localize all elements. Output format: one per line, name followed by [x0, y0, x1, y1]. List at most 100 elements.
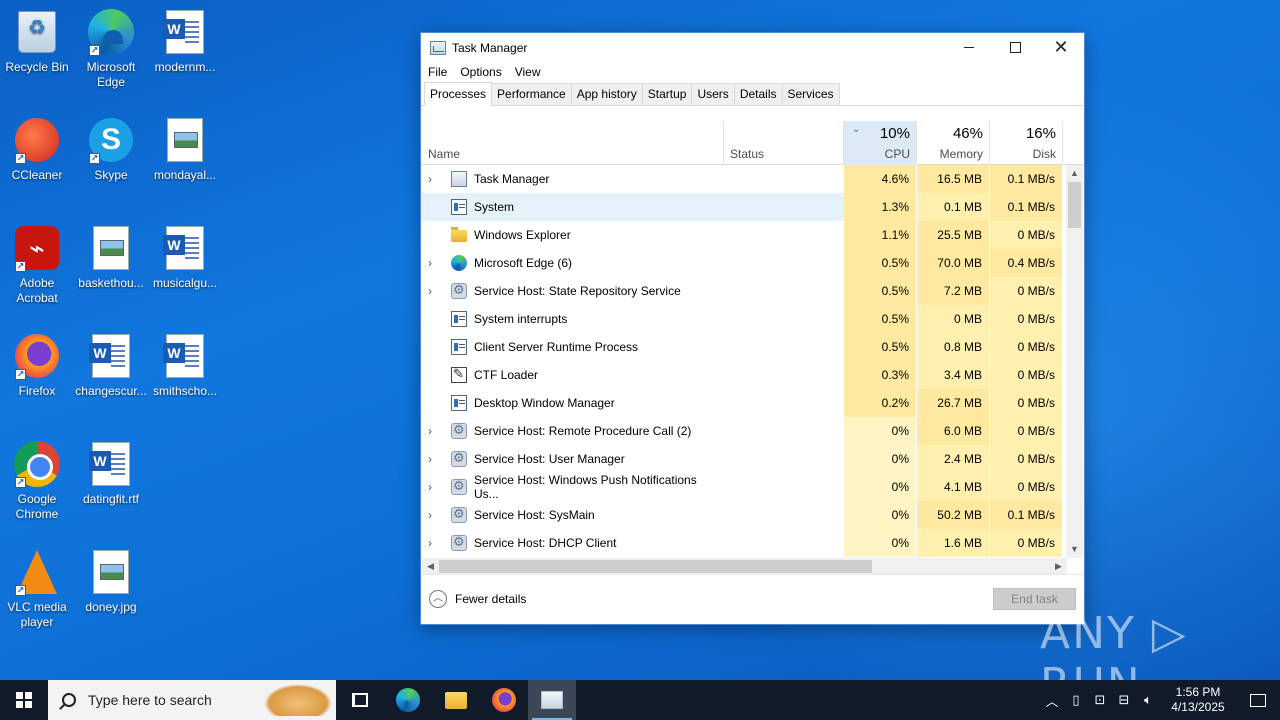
scroll-down-arrow-icon[interactable]: ▼	[1066, 541, 1083, 558]
title-bar[interactable]: Task Manager ✕	[421, 33, 1084, 62]
desktop-icon-skype[interactable]: S ↗ Skype	[74, 116, 148, 183]
expand-chevron-icon[interactable]: ›	[428, 424, 440, 438]
tab-app-history[interactable]: App history	[570, 83, 643, 105]
process-disk: 0 MB/s	[990, 221, 1063, 249]
table-row[interactable]: › Service Host: Remote Procedure Call (2)…	[421, 417, 1084, 445]
chrome-icon: ↗	[13, 440, 61, 488]
taskbar-task-manager[interactable]	[528, 680, 576, 720]
tab-startup[interactable]: Startup	[641, 83, 693, 105]
show-hidden-icons-chevron-icon[interactable]: ︿	[1040, 680, 1064, 720]
desktop-icon-vlc[interactable]: ↗ VLC media player	[0, 548, 74, 630]
maximize-button[interactable]	[992, 33, 1038, 62]
table-row[interactable]: › Task Manager 4.6% 16.5 MB 0.1 MB/s	[421, 165, 1084, 193]
desktop-icon-label: CCleaner	[11, 168, 63, 182]
table-row[interactable]: › Service Host: State Repository Service 0…	[421, 277, 1084, 305]
table-row[interactable]: › Service Host: User Manager 0%2.4 MB0 MB/…	[421, 445, 1084, 473]
scroll-left-arrow-icon[interactable]: ◀	[422, 558, 439, 575]
column-header-status[interactable]: Status	[724, 121, 844, 165]
fewer-details-button[interactable]: ︿ Fewer details	[429, 590, 526, 608]
notification-center-button[interactable]	[1236, 680, 1280, 720]
taskbar-firefox[interactable]	[480, 680, 528, 720]
process-cpu: 0%	[844, 529, 917, 557]
disk-total-percent: 16%	[1025, 125, 1056, 142]
close-button[interactable]: ✕	[1038, 33, 1084, 62]
expand-chevron-icon[interactable]: ›	[428, 536, 440, 550]
process-status-cell	[724, 389, 844, 417]
process-disk: 0 MB/s	[990, 277, 1063, 305]
horizontal-scroll-thumb[interactable]	[439, 560, 872, 573]
taskbar-file-explorer[interactable]	[432, 680, 480, 720]
column-header-name[interactable]: Name	[421, 121, 724, 165]
desktop-icon-mondayal[interactable]: mondayal...	[148, 116, 222, 183]
desktop-icon-label: modernm...	[154, 60, 216, 74]
process-name: Service Host: SysMain	[474, 508, 595, 522]
desktop-icon-smithscho[interactable]: W smithscho...	[148, 332, 222, 399]
task-view-button[interactable]	[336, 680, 384, 720]
column-header-disk[interactable]: 16% Disk	[990, 121, 1063, 165]
tab-processes[interactable]: Processes	[424, 82, 493, 106]
process-table: Name Status ⌄ 10% CPU 46% Memory 16% Dis…	[421, 121, 1084, 576]
process-name: System interrupts	[474, 312, 568, 326]
table-row[interactable]: ›Desktop Window Manager 0.2%26.7 MB0 MB/s	[421, 389, 1084, 417]
expand-chevron-icon[interactable]: ›	[428, 172, 440, 186]
desktop-icon-chrome[interactable]: ↗ Google Chrome	[0, 440, 74, 522]
table-row[interactable]: ›Windows Explorer 1.1%25.5 MB0 MB/s	[421, 221, 1084, 249]
volume-icon[interactable]: 🔈︎	[1136, 680, 1160, 720]
table-row[interactable]: › Service Host: DHCP Client 0%1.6 MB0 MB/s	[421, 529, 1084, 557]
minimize-button[interactable]	[946, 33, 992, 62]
table-row[interactable]: ›CTF Loader 0.3%3.4 MB0 MB/s	[421, 361, 1084, 389]
desktop-icon-doney[interactable]: doney.jpg	[74, 548, 148, 615]
clock[interactable]: 1:56 PM 4/13/2025	[1160, 685, 1236, 715]
menu-options[interactable]: Options	[460, 65, 501, 79]
desktop-icon-ccleaner[interactable]: ↗ CCleaner	[0, 116, 74, 183]
column-header-cpu[interactable]: ⌄ 10% CPU	[844, 121, 917, 165]
tab-services[interactable]: Services	[781, 83, 840, 105]
search-highlight-image	[264, 684, 332, 716]
folder-icon	[445, 691, 467, 709]
meet-now-icon[interactable]: ⊡	[1088, 680, 1112, 720]
desktop-icon-datingfit[interactable]: W datingfit.rtf	[74, 440, 148, 507]
desktop-icon-modernm[interactable]: W modernm...	[148, 8, 222, 75]
expand-chevron-icon[interactable]: ›	[428, 508, 440, 522]
taskbar-search-box[interactable]: Type here to search	[48, 680, 336, 720]
tab-users[interactable]: Users	[691, 83, 735, 105]
table-row[interactable]: › Service Host: SysMain 0%50.2 MB0.1 MB/s	[421, 501, 1084, 529]
process-memory: 2.4 MB	[917, 445, 990, 473]
process-name: CTF Loader	[474, 368, 539, 382]
tab-details[interactable]: Details	[733, 83, 783, 105]
tablet-icon[interactable]: ▯	[1064, 680, 1088, 720]
table-row[interactable]: ›Client Server Runtime Process 0.5%0.8 MB…	[421, 333, 1084, 361]
column-header-memory[interactable]: 46% Memory	[917, 121, 990, 165]
taskbar-edge[interactable]	[384, 680, 432, 720]
column-memory-label: Memory	[939, 147, 983, 161]
desktop-icon-changescur[interactable]: W changescur...	[74, 332, 148, 399]
network-icon[interactable]: ⊟	[1112, 680, 1136, 720]
desktop-icon-edge[interactable]: ↗ Microsoft Edge	[74, 8, 148, 90]
desktop-icon-musicalgu[interactable]: W musicalgu...	[148, 224, 222, 291]
expand-chevron-icon[interactable]: ›	[428, 256, 440, 270]
desktop-icon-acrobat[interactable]: ⌁ ↗ Adobe Acrobat	[0, 224, 74, 306]
end-task-button[interactable]: End task	[993, 588, 1076, 610]
desktop-icon-firefox[interactable]: ↗ Firefox	[0, 332, 74, 399]
horizontal-scrollbar[interactable]: ◀ ▶	[422, 558, 1067, 575]
expand-chevron-icon[interactable]: ›	[428, 452, 440, 466]
scroll-up-arrow-icon[interactable]: ▲	[1066, 165, 1083, 182]
menu-view[interactable]: View	[515, 65, 541, 79]
desktop-icon-recycle-bin[interactable]: Recycle Bin	[0, 8, 74, 75]
recycle-bin-icon	[13, 8, 61, 56]
table-row[interactable]: ›System interrupts 0.5%0 MB0 MB/s	[421, 305, 1084, 333]
tab-performance[interactable]: Performance	[491, 83, 572, 105]
table-row[interactable]: › Microsoft Edge (6) 0.5% 70.0 MB 0.4 MB/s	[421, 249, 1084, 277]
desktop-icon-baskethou[interactable]: baskethou...	[74, 224, 148, 291]
table-row[interactable]: ›System 1.3%0.1 MB0.1 MB/s	[421, 193, 1084, 221]
gear-icon	[451, 422, 467, 439]
process-name: Service Host: State Repository Service	[474, 284, 681, 298]
scroll-right-arrow-icon[interactable]: ▶	[1050, 558, 1067, 575]
table-row[interactable]: › Service Host: Windows Push Notification…	[421, 473, 1084, 501]
menu-file[interactable]: File	[428, 65, 447, 79]
expand-chevron-icon[interactable]: ›	[428, 480, 440, 494]
expand-chevron-icon[interactable]: ›	[428, 284, 440, 298]
vertical-scrollbar[interactable]: ▲ ▼	[1066, 165, 1083, 558]
start-button[interactable]	[0, 680, 48, 720]
vertical-scroll-thumb[interactable]	[1068, 182, 1081, 228]
